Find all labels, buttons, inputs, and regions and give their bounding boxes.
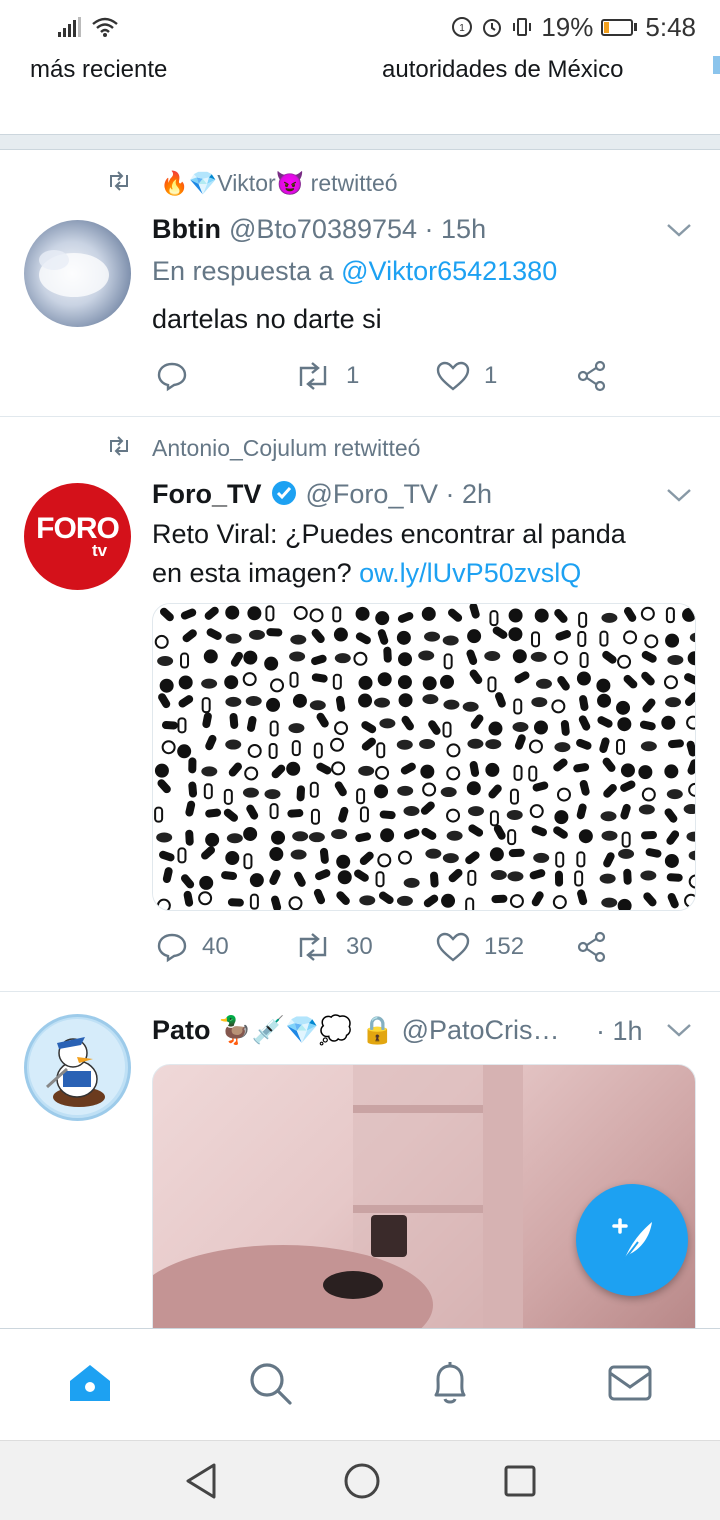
tab-notifications[interactable] bbox=[426, 1359, 474, 1412]
verified-badge-icon bbox=[270, 479, 298, 512]
search-icon bbox=[250, 1363, 292, 1405]
avatar[interactable] bbox=[24, 220, 131, 327]
back-triangle-icon bbox=[186, 1463, 216, 1499]
retweet-small-icon bbox=[106, 170, 132, 197]
like-button[interactable]: 152 bbox=[436, 932, 576, 962]
previous-content-strip: más reciente autoridades de México bbox=[0, 54, 720, 136]
home-circle-icon bbox=[344, 1463, 380, 1499]
signal-icon bbox=[58, 17, 84, 37]
strip-text-right: autoridades de México bbox=[382, 56, 624, 83]
tweet-actions: 40 30 152 bbox=[156, 931, 616, 963]
battery-icon bbox=[601, 18, 638, 36]
like-button[interactable]: 1 bbox=[436, 361, 576, 391]
author-handle: @Foro_TV · 2h bbox=[305, 479, 492, 509]
compose-tweet-button[interactable] bbox=[576, 1184, 688, 1296]
tweet-bbtin[interactable]: 🔥💎Viktor😈 retwitteó Bbtin @Bto70389754 ·… bbox=[0, 150, 720, 417]
back-button[interactable] bbox=[184, 1461, 220, 1506]
tweet-foro-tv[interactable]: Antonio_Cojulum retwitteó FORO tv Foro_T… bbox=[0, 417, 720, 992]
battery-percent: 19% bbox=[541, 11, 594, 42]
reply-button[interactable]: 40 bbox=[156, 931, 294, 963]
tweet-link[interactable]: ow.ly/lUvP50zvslQ bbox=[359, 558, 581, 588]
reply-count: 40 bbox=[202, 933, 229, 960]
retweeted-by-label[interactable]: Antonio_Cojulum retwitteó bbox=[152, 435, 420, 462]
heart-icon bbox=[436, 932, 470, 962]
heart-icon bbox=[436, 361, 470, 391]
like-count: 152 bbox=[484, 933, 525, 960]
tweet-text-line-1: Reto Viral: ¿Puedes encontrar al panda bbox=[152, 519, 626, 549]
timeline-gap bbox=[0, 134, 720, 150]
status-bar: 1 19% 5:48 bbox=[0, 0, 720, 54]
alarm-icon bbox=[481, 16, 503, 38]
tweet-text: Reto Viral: ¿Puedes encontrar al panda e… bbox=[152, 515, 692, 593]
tab-home[interactable] bbox=[66, 1359, 114, 1412]
chevron-down-icon[interactable] bbox=[666, 1022, 692, 1043]
compose-tweet-icon bbox=[612, 1218, 652, 1261]
recents-button[interactable] bbox=[502, 1461, 538, 1506]
retweet-icon bbox=[299, 933, 327, 961]
home-system-button[interactable] bbox=[342, 1461, 382, 1506]
retweet-small-icon bbox=[106, 435, 132, 462]
author-handle: @Bto70389754 · 15h bbox=[228, 214, 487, 244]
reply-prefix: En respuesta a bbox=[152, 256, 334, 286]
reply-icon bbox=[157, 933, 187, 963]
chevron-down-icon[interactable] bbox=[666, 487, 692, 508]
retweeted-by-label[interactable]: 🔥💎Viktor😈 retwitteó bbox=[160, 170, 398, 197]
retweet-count: 1 bbox=[346, 362, 360, 389]
tweet-image[interactable] bbox=[152, 603, 696, 911]
system-navigation-bar bbox=[0, 1440, 720, 1520]
share-button[interactable] bbox=[576, 931, 608, 963]
recents-square-icon bbox=[504, 1465, 536, 1497]
chevron-down-icon[interactable] bbox=[666, 222, 692, 243]
reply-handle-link[interactable]: @Viktor65421380 bbox=[341, 256, 557, 286]
reply-icon bbox=[157, 362, 187, 392]
retweet-button[interactable]: 1 bbox=[294, 362, 436, 390]
svg-text:1: 1 bbox=[460, 23, 466, 34]
panda-puzzle-image bbox=[153, 604, 695, 910]
mail-icon bbox=[608, 1365, 652, 1401]
share-icon bbox=[577, 360, 606, 392]
bottom-tab-bar bbox=[0, 1328, 720, 1440]
like-count: 1 bbox=[484, 362, 498, 389]
tweet-text: dartelas no darte si bbox=[152, 304, 382, 334]
vibrate-icon bbox=[511, 16, 533, 38]
retweet-context: 🔥💎Viktor😈 retwitteó bbox=[106, 170, 398, 197]
reply-button[interactable] bbox=[156, 360, 294, 392]
tweet-time: · 1h bbox=[596, 1016, 643, 1046]
strip-text-left: más reciente bbox=[30, 56, 168, 83]
share-button[interactable] bbox=[576, 360, 608, 392]
tweet-text-line-2: en esta imagen? ow.ly/lUvP50zvslQ bbox=[152, 558, 582, 588]
retweet-button[interactable]: 30 bbox=[294, 933, 436, 961]
avatar[interactable] bbox=[24, 1014, 131, 1121]
data-saver-icon: 1 bbox=[451, 16, 473, 38]
scrollbar[interactable] bbox=[713, 56, 720, 74]
author-handle: 🔒 @PatoCris… bbox=[360, 1015, 560, 1045]
author-name[interactable]: Pato 🦆💉💎💭 bbox=[152, 1014, 352, 1046]
retweet-count: 30 bbox=[346, 933, 373, 960]
foro-logo-sub: tv bbox=[91, 540, 108, 560]
battery-fill bbox=[604, 21, 610, 33]
tweet-actions: 1 1 bbox=[156, 360, 616, 392]
twitter-timeline-screen: 1 19% 5:48 más reciente autoridades de M… bbox=[0, 0, 720, 1520]
author-name[interactable]: Foro_TV bbox=[152, 479, 262, 510]
retweet-icon bbox=[299, 362, 327, 390]
bell-icon bbox=[434, 1362, 466, 1404]
foro-logo-text: FORO bbox=[36, 511, 120, 545]
tab-messages[interactable] bbox=[606, 1359, 654, 1412]
reply-context: En respuesta a @Viktor65421380 bbox=[152, 256, 557, 287]
share-icon bbox=[577, 931, 606, 963]
clock: 5:48 bbox=[645, 11, 696, 42]
wifi-icon bbox=[92, 17, 118, 37]
avatar[interactable]: FORO tv bbox=[24, 483, 131, 590]
home-icon bbox=[70, 1365, 110, 1401]
retweet-context: Antonio_Cojulum retwitteó bbox=[106, 435, 420, 462]
author-name[interactable]: Bbtin bbox=[152, 214, 221, 245]
tab-search[interactable] bbox=[246, 1359, 294, 1412]
